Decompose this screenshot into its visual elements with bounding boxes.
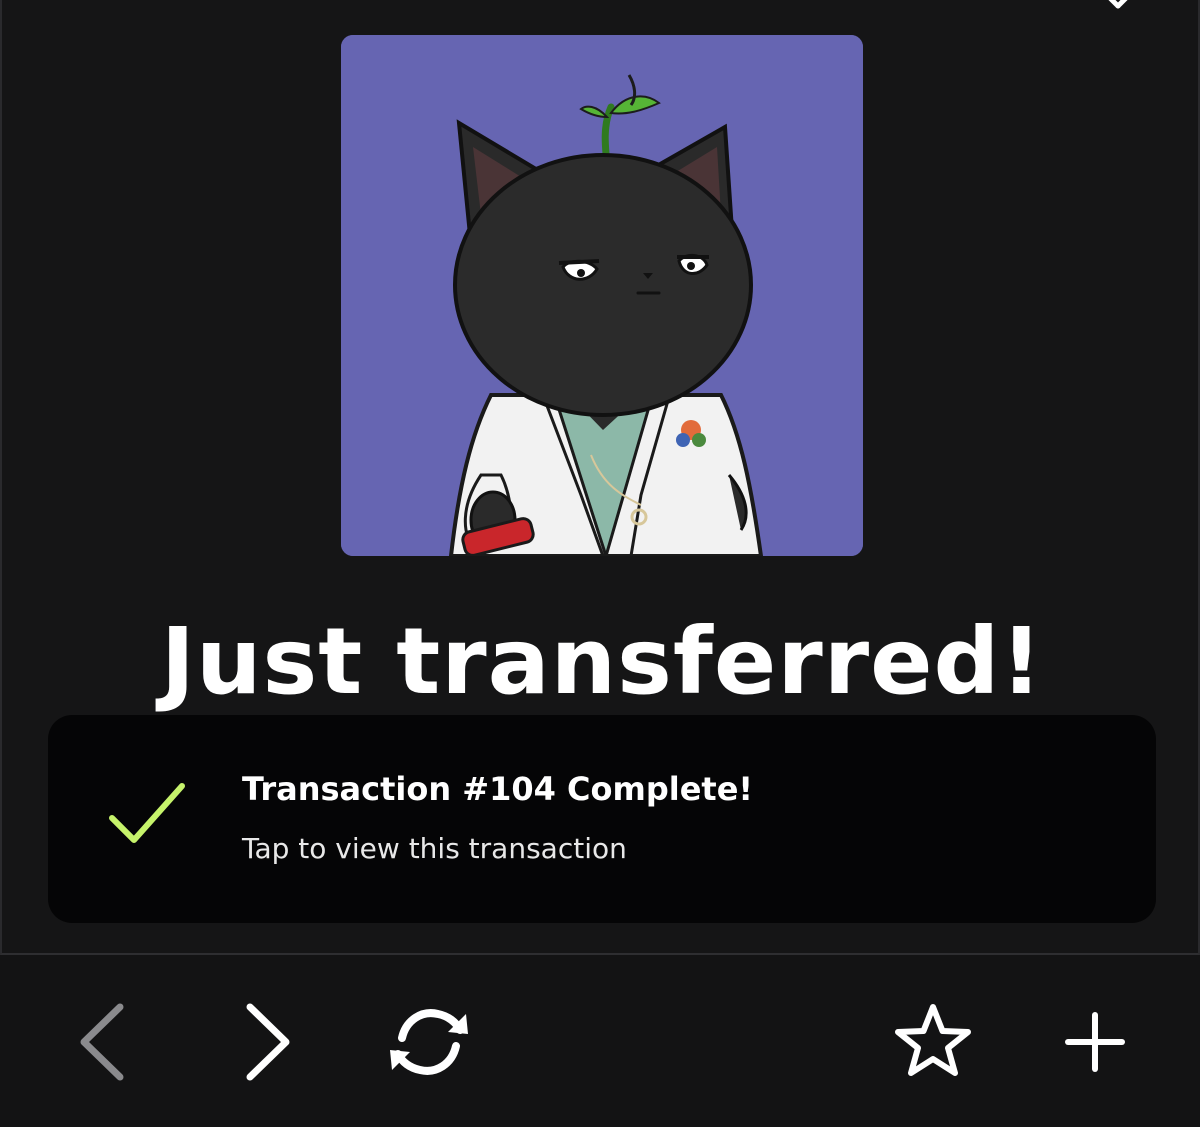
bookmark-button[interactable] — [892, 1001, 974, 1081]
nft-image — [341, 35, 863, 556]
close-button[interactable] — [1092, 0, 1144, 22]
chevron-right-icon — [246, 1003, 290, 1081]
plus-icon — [1065, 1012, 1125, 1072]
new-tab-button[interactable] — [1064, 1011, 1126, 1073]
chevron-left-icon — [80, 1003, 124, 1081]
star-icon — [895, 1004, 971, 1076]
back-button[interactable] — [70, 997, 134, 1087]
close-icon — [1108, 0, 1128, 9]
transaction-subtitle: Tap to view this transaction — [242, 832, 627, 865]
transaction-title: Transaction #104 Complete! — [242, 770, 753, 808]
transaction-card[interactable] — [48, 715, 1156, 923]
reload-button[interactable] — [382, 1002, 476, 1082]
page-title: Just transferred! — [160, 608, 1044, 715]
reload-icon — [390, 1009, 468, 1075]
checkmark-icon — [109, 783, 185, 843]
transfer-success-modal: Just transferred! Transaction #104 Compl… — [0, 0, 1200, 955]
forward-button[interactable] — [236, 997, 300, 1087]
browser-toolbar — [0, 957, 1200, 1127]
